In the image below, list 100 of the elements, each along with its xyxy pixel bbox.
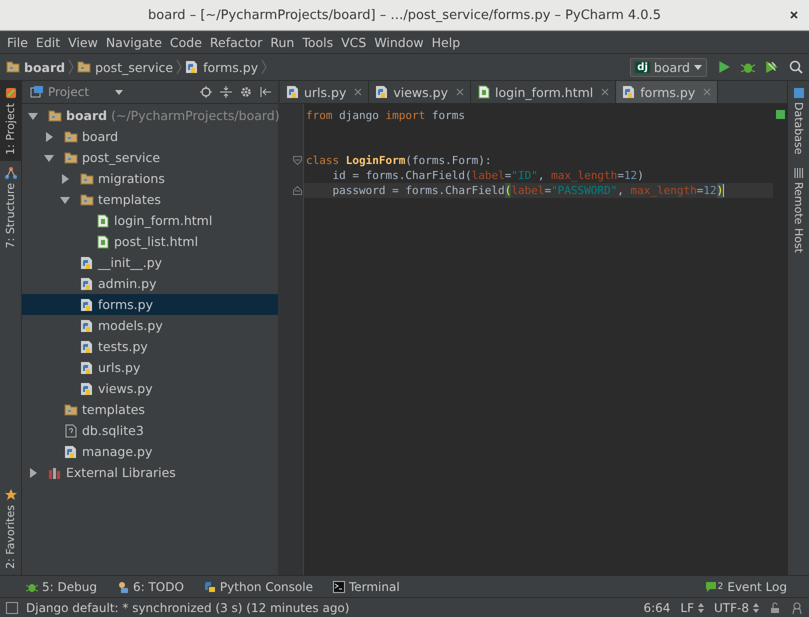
tree-item[interactable]: External Libraries: [22, 462, 278, 483]
tree-item[interactable]: templates: [22, 189, 278, 210]
editor-tab[interactable]: views.py: [369, 81, 471, 103]
menu-item[interactable]: VCS: [337, 34, 370, 50]
tree-item[interactable]: urls.py: [22, 357, 278, 378]
folder-icon: [64, 130, 78, 144]
unknown-file-icon: [64, 424, 78, 438]
panel-toggle-icon[interactable]: [6, 602, 18, 614]
expanded-arrow-icon[interactable]: [28, 110, 38, 120]
tool-window-tab[interactable]: Remote Host: [792, 166, 805, 252]
tool-window-button[interactable]: 5: Debug: [26, 580, 97, 594]
menu-item[interactable]: Navigate: [102, 34, 166, 50]
lock-icon[interactable]: [769, 602, 781, 614]
run-configuration-dropdown[interactable]: dj board: [630, 58, 707, 76]
gear-icon[interactable]: [240, 86, 252, 98]
collapsed-arrow-icon[interactable]: [28, 468, 38, 478]
html-file-icon: [96, 214, 110, 228]
tree-item[interactable]: login_form.html: [22, 210, 278, 231]
tree-item[interactable]: post_list.html: [22, 231, 278, 252]
fold-marker-icon[interactable]: [293, 186, 302, 195]
breadcrumb[interactable]: post_service: [77, 60, 174, 74]
html-file-icon: [476, 85, 491, 99]
tool-window-button[interactable]: Terminal: [332, 580, 400, 594]
close-icon[interactable]: [789, 10, 799, 20]
tree-item[interactable]: views.py: [22, 378, 278, 399]
tool-window-tab[interactable]: Database: [792, 87, 805, 154]
run-icon[interactable]: [717, 60, 731, 74]
menu-item[interactable]: View: [64, 34, 102, 50]
tool-window-button[interactable]: Python Console: [204, 580, 313, 594]
tree-item[interactable]: board: [22, 126, 278, 147]
menu-item[interactable]: Help: [428, 34, 464, 50]
target-icon[interactable]: [200, 86, 212, 98]
python-file-icon: [80, 340, 94, 354]
hide-panel-icon[interactable]: [260, 86, 272, 98]
code-line: class LoginForm(forms.Form):: [305, 153, 492, 168]
collapsed-arrow-icon[interactable]: [44, 132, 54, 142]
menu-item[interactable]: Tools: [298, 34, 338, 50]
breadcrumb[interactable]: forms.py: [185, 60, 258, 74]
search-icon[interactable]: [789, 60, 803, 74]
tree-item[interactable]: models.py: [22, 315, 278, 336]
python-file-icon: [286, 85, 300, 99]
python-file-icon: [80, 360, 94, 374]
tree-item[interactable]: admin.py: [22, 273, 278, 294]
expanded-arrow-icon[interactable]: [60, 194, 70, 204]
coverage-icon[interactable]: [765, 60, 779, 74]
tree-item[interactable]: db.sqlite3: [22, 420, 278, 441]
expanded-arrow-icon[interactable]: [44, 152, 54, 162]
encoding-selector[interactable]: UTF-8: [714, 600, 759, 614]
server-icon: [792, 166, 804, 178]
tool-window-tab[interactable]: 2: Favorites: [0, 483, 21, 575]
folder-icon: [64, 402, 78, 416]
folder-icon: [48, 108, 62, 122]
up-down-arrows-icon: [753, 602, 759, 612]
html-file-icon: [96, 234, 110, 248]
python-file-icon: [64, 444, 78, 458]
database-icon: [792, 87, 804, 99]
tool-window-tab[interactable]: 7: Structure: [0, 160, 21, 254]
menu-item[interactable]: Refactor: [206, 34, 266, 50]
menu-item[interactable]: Window: [370, 34, 428, 50]
chevron-icon: [261, 59, 268, 75]
folder-icon: [6, 60, 20, 74]
python-file-icon: [80, 298, 94, 312]
menu-item[interactable]: Code: [166, 34, 206, 50]
tree-item[interactable]: __init__.py: [22, 252, 278, 273]
fold-marker-icon[interactable]: [293, 156, 302, 165]
menu-item[interactable]: Edit: [32, 34, 64, 50]
python-icon: [204, 580, 216, 592]
status-message: Django default: * synchronized (3 s) (12 minutes ago): [26, 600, 350, 614]
tree-item[interactable]: post_service: [22, 147, 278, 168]
collapse-icon[interactable]: [220, 86, 232, 98]
inspector-icon[interactable]: [791, 602, 803, 614]
tree-item[interactable]: templates: [22, 399, 278, 420]
caret-icon: [694, 64, 702, 70]
django-badge: dj: [635, 62, 650, 72]
python-file-icon: [185, 60, 200, 74]
tree-item[interactable]: migrations: [22, 168, 278, 189]
tree-item[interactable]: manage.py: [22, 441, 278, 462]
folder-icon: [80, 192, 94, 206]
chevron-icon: [68, 59, 74, 75]
tool-window-button[interactable]: 6: TODO: [116, 580, 184, 594]
menu-item[interactable]: Run: [266, 34, 298, 50]
tree-item[interactable]: forms.py: [22, 294, 278, 315]
tool-window-tab[interactable]: 1: Project: [0, 81, 21, 161]
up-down-arrows-icon: [698, 602, 704, 612]
editor-tab[interactable]: urls.py: [280, 81, 370, 103]
caret-icon: [115, 90, 124, 94]
project-view-dropdown[interactable]: Project: [30, 85, 124, 99]
tree-item[interactable]: tests.py: [22, 336, 278, 357]
folder-icon: [80, 172, 94, 186]
python-file-icon: [80, 318, 94, 332]
star-icon: [4, 489, 16, 502]
tree-item[interactable]: board (~/PycharmProjects/board): [22, 105, 278, 126]
breadcrumb[interactable]: board: [6, 60, 66, 74]
event-log-button[interactable]: 2 Event Log: [704, 580, 787, 594]
editor-tab[interactable]: forms.py: [616, 81, 718, 103]
terminal-icon: [332, 580, 345, 592]
caret-position[interactable]: 6:64: [643, 600, 670, 614]
menu-item[interactable]: File: [3, 34, 32, 50]
line-separator-selector[interactable]: LF: [680, 600, 704, 614]
collapsed-arrow-icon[interactable]: [60, 174, 70, 184]
